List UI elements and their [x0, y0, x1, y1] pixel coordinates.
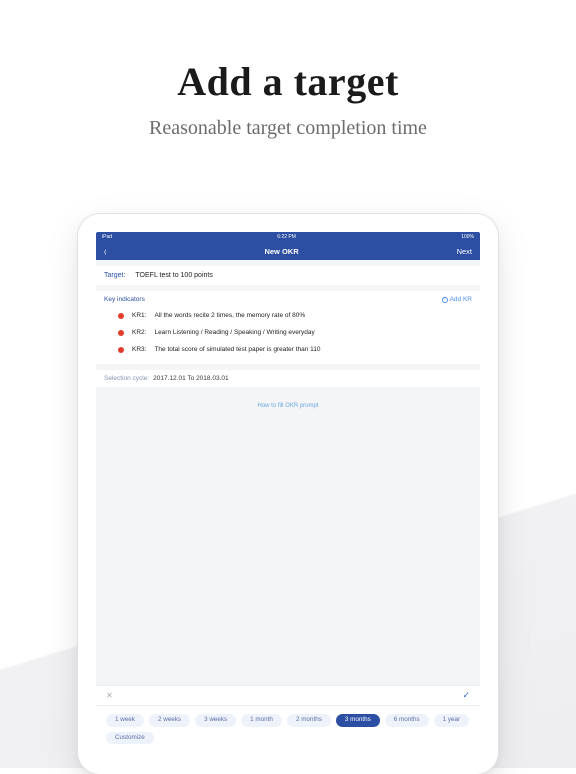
kr-item[interactable]: KR3: The total score of simulated test p…: [104, 341, 472, 358]
bullet-icon: [118, 330, 124, 336]
nav-bar: ‹ New OKR Next: [96, 242, 480, 260]
chip-2-weeks[interactable]: 2 weeks: [149, 714, 190, 726]
kr-text: The total score of simulated test paper …: [154, 346, 320, 353]
tablet-frame: iPad 6:22 PM 100% ‹ New OKR Next Target:…: [78, 214, 498, 774]
chip-1-month[interactable]: 1 month: [241, 714, 282, 726]
plus-circle-icon: [442, 297, 448, 303]
back-button[interactable]: ‹: [104, 244, 107, 258]
next-button[interactable]: Next: [457, 247, 472, 256]
duration-chip-list: 1 week 2 weeks 3 weeks 1 month 2 months …: [96, 706, 480, 756]
target-input[interactable]: TOEFL test to 100 points: [135, 272, 212, 279]
kr-text: All the words recite 2 times, the memory…: [154, 312, 305, 319]
chip-customize[interactable]: Customize: [106, 732, 154, 744]
kr-list: KR1: All the words recite 2 times, the m…: [96, 305, 480, 364]
kr-label: KR1:: [132, 312, 146, 319]
target-label: Target:: [104, 272, 125, 279]
status-bar: iPad 6:22 PM 100%: [96, 232, 480, 242]
status-battery: 100%: [461, 234, 474, 240]
close-icon[interactable]: ✕: [106, 691, 113, 700]
chip-6-months[interactable]: 6 months: [385, 714, 429, 726]
bullet-icon: [118, 347, 124, 353]
nav-title: New OKR: [264, 247, 298, 256]
page-subtitle: Reasonable target completion time: [0, 117, 576, 140]
duration-picker: ✕ ✓ 1 week 2 weeks 3 weeks 1 month 2 mon…: [96, 685, 480, 756]
chip-1-week[interactable]: 1 week: [106, 714, 144, 726]
status-time: 6:22 PM: [277, 234, 296, 240]
cycle-label: Selection cycle:: [104, 375, 149, 382]
cycle-value: 2017.12.01 To 2018.03.01: [153, 375, 228, 382]
add-kr-label: Add KR: [450, 296, 472, 303]
app-screen: iPad 6:22 PM 100% ‹ New OKR Next Target:…: [96, 232, 480, 756]
fill-okr-prompt-link[interactable]: How to fill OKR prompt: [96, 387, 480, 425]
kr-text: Learn Listening / Reading / Speaking / W…: [154, 329, 314, 336]
add-kr-button[interactable]: Add KR: [442, 296, 472, 303]
status-device: iPad: [102, 234, 112, 240]
target-section: Target: TOEFL test to 100 points: [96, 266, 480, 285]
chip-3-weeks[interactable]: 3 weeks: [195, 714, 236, 726]
kr-item[interactable]: KR2: Learn Listening / Reading / Speakin…: [104, 324, 472, 341]
chip-2-months[interactable]: 2 months: [287, 714, 331, 726]
page-title: Add a target: [0, 58, 576, 105]
key-indicators-header: Key indicators: [104, 296, 145, 303]
cycle-row[interactable]: Selection cycle: 2017.12.01 To 2018.03.0…: [96, 370, 480, 387]
kr-item[interactable]: KR1: All the words recite 2 times, the m…: [104, 307, 472, 324]
chip-3-months[interactable]: 3 months: [336, 714, 380, 726]
chip-1-year[interactable]: 1 year: [434, 714, 470, 726]
kr-label: KR3:: [132, 346, 146, 353]
bullet-icon: [118, 313, 124, 319]
kr-label: KR2:: [132, 329, 146, 336]
check-icon[interactable]: ✓: [462, 690, 470, 701]
